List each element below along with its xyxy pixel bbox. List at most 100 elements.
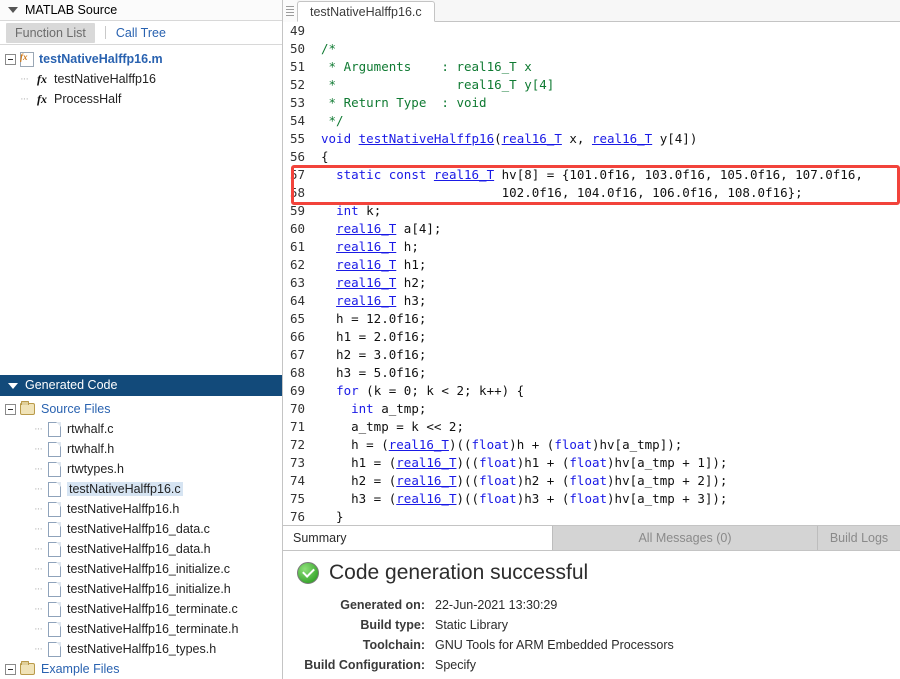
tree-item-generated-file[interactable]: ···rtwtypes.h	[0, 459, 282, 479]
expander-toggle[interactable]	[5, 54, 16, 65]
line-number: 61	[283, 238, 313, 256]
tree-item-function[interactable]: ···fxProcessHalf	[0, 89, 282, 109]
code-line: 53 * Return Type : void	[283, 94, 900, 112]
bottom-tab-build-logs[interactable]: Build Logs	[818, 526, 900, 550]
code-token: y[4])	[652, 131, 697, 146]
tree-item-generated-file[interactable]: ···testNativeHalffp16_data.c	[0, 519, 282, 539]
code-token: (k = 0; k < 2; k++) {	[359, 383, 525, 398]
code-token: )h1 + (	[517, 455, 570, 470]
code-token: )hv[a_tmp]);	[592, 437, 682, 452]
code-line: 70 int a_tmp;	[283, 400, 900, 418]
code-token[interactable]: real16_T	[389, 437, 449, 452]
tree-item-generated-file[interactable]: ···testNativeHalffp16.h	[0, 499, 282, 519]
code-line: 63 real16_T h2;	[283, 274, 900, 292]
tree-item-file[interactable]: testNativeHalffp16.m	[0, 49, 282, 69]
source-view-toolbar: Function List Call Tree	[0, 21, 282, 45]
matlab-source-panel-header[interactable]: MATLAB Source	[0, 0, 282, 21]
tree-item-generated-file[interactable]: ···testNativeHalffp16.c	[0, 479, 282, 499]
tree-item-function[interactable]: ···fxtestNativeHalffp16	[0, 69, 282, 89]
code-token[interactable]: real16_T	[592, 131, 652, 146]
tree-item-generated-file[interactable]: ···testNativeHalffp16_terminate.h	[0, 619, 282, 639]
code-token: )h + (	[509, 437, 554, 452]
bottom-panel: SummaryAll Messages (0)Build Logs Code g…	[283, 525, 900, 679]
code-token: hv[8] = {101.0f16, 103.0f16, 105.0f16, 1…	[494, 167, 863, 182]
tree-item-generated-file[interactable]: ···testNativeHalffp16_terminate.c	[0, 599, 282, 619]
code-token[interactable]: real16_T	[434, 167, 494, 182]
tree-guide-line: ···	[34, 583, 48, 595]
line-number: 73	[283, 454, 313, 472]
editor-tab-strip: testNativeHalffp16.c	[283, 0, 900, 22]
code-token: * Arguments : real16_T x	[321, 59, 532, 74]
code-line-text: /*	[313, 40, 900, 58]
code-token[interactable]: real16_T	[396, 491, 456, 506]
code-token: h3 = 5.0f16;	[321, 365, 426, 380]
code-token: h2 = 3.0f16;	[321, 347, 426, 362]
folder-icon	[20, 403, 35, 415]
function-list-button[interactable]: Function List	[6, 23, 95, 43]
code-token: (	[494, 131, 502, 146]
code-token[interactable]: real16_T	[336, 221, 396, 236]
line-number: 57	[283, 166, 313, 184]
tree-guide-line: ···	[34, 463, 48, 475]
tree-item-example-files-folder[interactable]: Example Files	[0, 659, 282, 679]
code-line-text: h3 = (real16_T)((float)h3 + (float)hv[a_…	[313, 490, 900, 508]
expander-toggle[interactable]	[5, 664, 16, 675]
tree-item-label: testNativeHalffp16.c	[67, 482, 183, 496]
code-token[interactable]: testNativeHalffp16	[359, 131, 494, 146]
call-tree-button[interactable]: Call Tree	[116, 26, 166, 40]
code-token: )h3 + (	[517, 491, 570, 506]
code-token: h2;	[396, 275, 426, 290]
code-line: 54 */	[283, 112, 900, 130]
code-token[interactable]: real16_T	[336, 293, 396, 308]
code-token[interactable]: real16_T	[396, 473, 456, 488]
code-token: h = (	[321, 437, 389, 452]
line-number: 53	[283, 94, 313, 112]
code-line: 49	[283, 22, 900, 40]
code-token: float	[569, 491, 607, 506]
code-token: float	[479, 473, 517, 488]
collapse-triangle-icon[interactable]	[8, 7, 18, 13]
expander-toggle[interactable]	[5, 404, 16, 415]
code-token: float	[479, 491, 517, 506]
tab-testnativehalffp16-c[interactable]: testNativeHalffp16.c	[297, 1, 435, 22]
tree-item-generated-file[interactable]: ···testNativeHalffp16_initialize.h	[0, 579, 282, 599]
tree-item-label: ProcessHalf	[54, 92, 121, 106]
code-line: 64 real16_T h3;	[283, 292, 900, 310]
generated-code-panel-header[interactable]: Generated Code	[0, 375, 282, 396]
panel-splitter-grip[interactable]	[283, 0, 297, 22]
collapse-triangle-icon[interactable]	[8, 383, 18, 389]
code-token[interactable]: real16_T	[502, 131, 562, 146]
bottom-tab-all-messages-0[interactable]: All Messages (0)	[553, 526, 818, 550]
code-token: */	[321, 113, 344, 128]
code-token[interactable]: real16_T	[336, 257, 396, 272]
code-line: 61 real16_T h;	[283, 238, 900, 256]
tree-item-generated-file[interactable]: ···rtwhalf.c	[0, 419, 282, 439]
code-token: h3 = (	[321, 491, 396, 506]
code-token[interactable]: real16_T	[396, 455, 456, 470]
code-token: h1 = 2.0f16;	[321, 329, 426, 344]
code-line-text: h = (real16_T)((float)h + (float)hv[a_tm…	[313, 436, 900, 454]
line-number: 67	[283, 346, 313, 364]
tree-item-generated-file[interactable]: ···testNativeHalffp16_types.h	[0, 639, 282, 659]
bottom-tab-summary[interactable]: Summary	[283, 526, 553, 550]
code-token	[321, 221, 336, 236]
line-number: 75	[283, 490, 313, 508]
code-line-text: static const real16_T hv[8] = {101.0f16,…	[313, 166, 900, 184]
line-number: 62	[283, 256, 313, 274]
build-detail-key: Build Configuration:	[297, 655, 435, 675]
code-token	[321, 275, 336, 290]
code-line: 66 h1 = 2.0f16;	[283, 328, 900, 346]
tree-item-generated-file[interactable]: ···testNativeHalffp16_data.h	[0, 539, 282, 559]
tree-item-generated-file[interactable]: ···rtwhalf.h	[0, 439, 282, 459]
tree-item-source-files-folder[interactable]: Source Files	[0, 399, 282, 419]
code-token: a_tmp;	[374, 401, 427, 416]
code-token: }	[321, 509, 344, 524]
code-token: )hv[a_tmp + 2]);	[607, 473, 727, 488]
tree-item-generated-file[interactable]: ···testNativeHalffp16_initialize.c	[0, 559, 282, 579]
code-line-text: }	[313, 508, 900, 525]
code-token[interactable]: real16_T	[336, 275, 396, 290]
code-token: )hv[a_tmp + 1]);	[607, 455, 727, 470]
code-viewer[interactable]: 4950/*51 * Arguments : real16_T x52 * re…	[283, 22, 900, 525]
code-token[interactable]: real16_T	[336, 239, 396, 254]
line-number: 66	[283, 328, 313, 346]
